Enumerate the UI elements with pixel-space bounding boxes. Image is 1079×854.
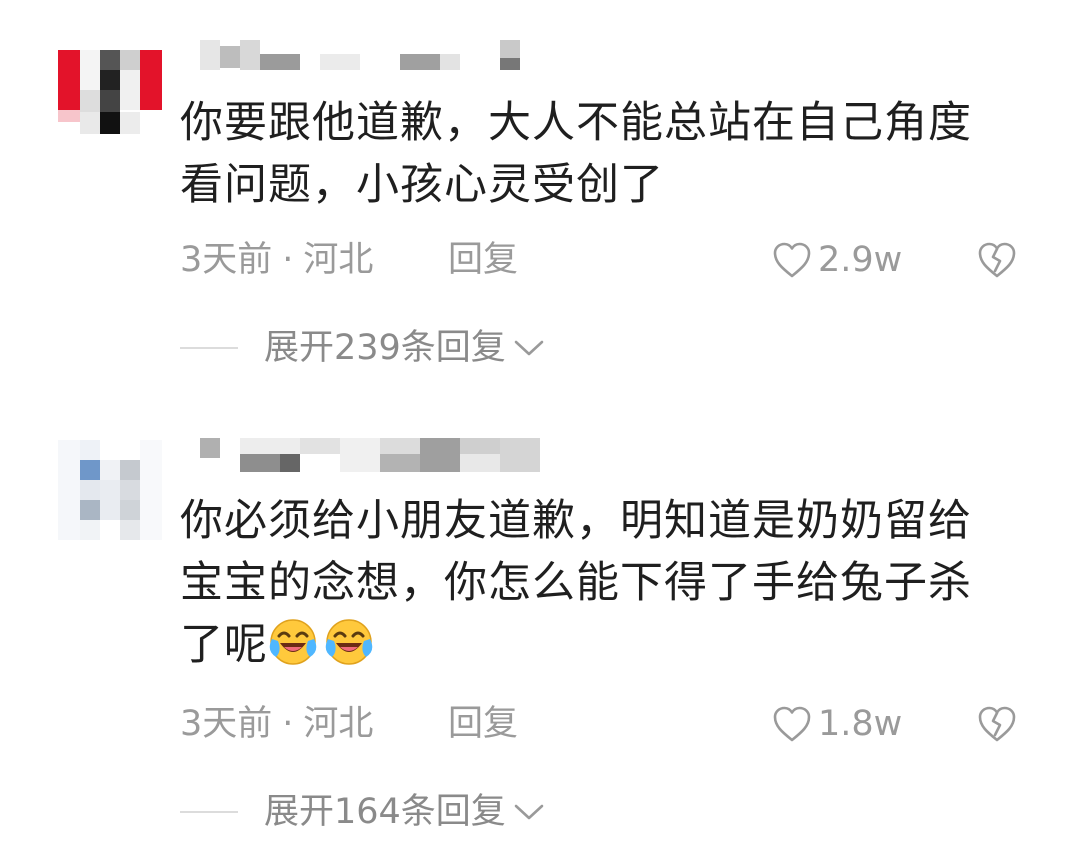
meta-separator: · bbox=[282, 240, 294, 280]
comment-item: 你必须给小朋友道歉，明知道是奶奶留给 宝宝的念想，你怎么能下得了手给兔子杀 了呢… bbox=[0, 400, 1079, 854]
broken-heart-icon bbox=[978, 706, 1016, 742]
avatar[interactable] bbox=[58, 440, 162, 540]
reply-button[interactable]: 回复 bbox=[448, 704, 518, 744]
comment-text: 你必须给小朋友道歉，明知道是奶奶留给 宝宝的念想，你怎么能下得了手给兔子杀 了呢 bbox=[180, 490, 1000, 676]
reply-button[interactable]: 回复 bbox=[448, 240, 518, 280]
username[interactable] bbox=[180, 34, 530, 76]
avatar[interactable] bbox=[58, 50, 162, 140]
chevron-down-icon bbox=[514, 804, 544, 820]
laughing-crying-emoji bbox=[269, 619, 317, 665]
comment-item: 你要跟他道歉，大人不能总站在自己角度 看问题，小孩心灵受创了 3天前 · 河北 回复… bbox=[0, 0, 1079, 400]
username[interactable] bbox=[180, 432, 560, 474]
comment-time: 3天前 bbox=[180, 240, 273, 280]
dislike-button[interactable] bbox=[976, 240, 1018, 284]
like-count: 1.8w bbox=[818, 704, 903, 744]
heart-outline-icon bbox=[773, 242, 811, 278]
divider-line bbox=[180, 347, 238, 349]
divider-line bbox=[180, 811, 238, 813]
meta-separator: · bbox=[282, 704, 294, 744]
like-button[interactable]: 1.8w bbox=[772, 704, 902, 744]
comment-location: 河北 bbox=[303, 704, 374, 744]
expand-replies-button[interactable]: 展开164条回复 bbox=[180, 792, 546, 832]
broken-heart-icon bbox=[978, 242, 1016, 278]
comment-meta: 3天前 · 河北 bbox=[180, 704, 373, 744]
expand-replies-label: 展开239条回复 bbox=[264, 328, 506, 368]
like-button[interactable]: 2.9w bbox=[772, 240, 902, 280]
comment-time: 3天前 bbox=[180, 704, 273, 744]
chevron-down-icon bbox=[514, 340, 544, 356]
laughing-crying-emoji bbox=[325, 619, 373, 665]
comment-text: 你要跟他道歉，大人不能总站在自己角度 看问题，小孩心灵受创了 bbox=[180, 98, 972, 210]
expand-replies-label: 展开164条回复 bbox=[264, 792, 506, 832]
comment-location: 河北 bbox=[303, 240, 374, 280]
comment-meta: 3天前 · 河北 bbox=[180, 240, 373, 280]
dislike-button[interactable] bbox=[976, 704, 1018, 748]
expand-replies-button[interactable]: 展开239条回复 bbox=[180, 328, 546, 368]
heart-outline-icon bbox=[773, 706, 811, 742]
like-count: 2.9w bbox=[818, 240, 903, 280]
